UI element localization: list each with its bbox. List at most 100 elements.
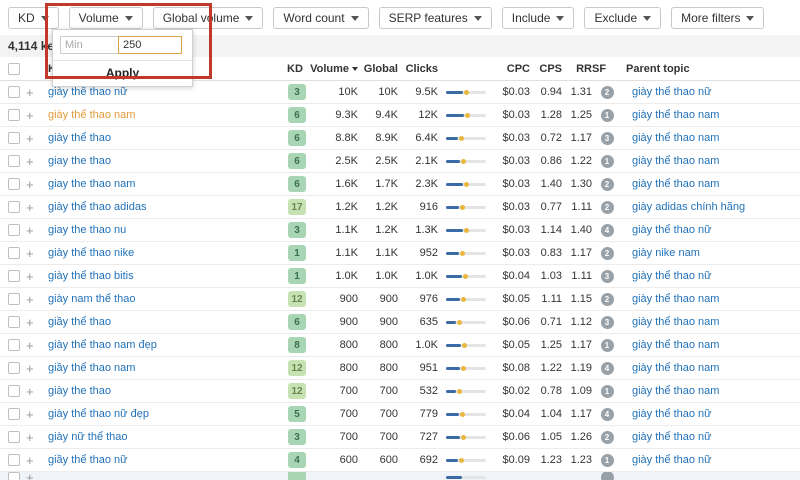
- parent-topic-link[interactable]: giày thể thao nam: [632, 293, 719, 305]
- keyword-link[interactable]: giầy thể thao: [48, 316, 111, 328]
- row-checkbox[interactable]: [8, 201, 20, 213]
- parent-topic-link[interactable]: giày thể thao nam: [632, 132, 719, 144]
- rr-value: 1.12: [570, 316, 592, 328]
- global-volume-value: 600: [379, 454, 398, 466]
- header-sf[interactable]: SF: [592, 63, 622, 75]
- parent-topic-link[interactable]: giày thể thao nữ: [632, 431, 712, 443]
- parent-topic-link[interactable]: giày thể thao nữ: [632, 270, 712, 282]
- keyword-link[interactable]: giầy thể thao nữ: [48, 454, 128, 466]
- expand-plus-icon[interactable]: +: [26, 454, 48, 467]
- expand-plus-icon[interactable]: +: [26, 408, 48, 421]
- keyword-link[interactable]: giày thể thao nike: [48, 247, 134, 259]
- parent-topic-link[interactable]: giày thể thao nam: [632, 339, 719, 351]
- keyword-link[interactable]: giày thể thao: [48, 132, 111, 144]
- keyword-link[interactable]: giày thể thao bitis: [48, 270, 134, 282]
- row-checkbox[interactable]: [8, 132, 20, 144]
- table-row: + giày thể thao nữ đẹp 5 700 700 779 $0.…: [0, 403, 800, 426]
- filter-include-button[interactable]: Include: [501, 7, 575, 29]
- row-checkbox[interactable]: [8, 408, 20, 420]
- parent-topic-link[interactable]: giày thể thao nữ: [632, 86, 712, 98]
- keyword-link[interactable]: giầy thể thao nam: [48, 362, 135, 374]
- row-checkbox[interactable]: [8, 270, 20, 282]
- filter-more-filters-button[interactable]: More filters: [671, 7, 765, 29]
- clicks-value: 1.0K: [415, 270, 438, 282]
- keyword-link[interactable]: giày thể thao nữ đẹp: [48, 408, 149, 420]
- header-cps[interactable]: CPS: [530, 63, 562, 75]
- volume-min-input[interactable]: [60, 36, 118, 54]
- expand-plus-icon[interactable]: +: [26, 224, 48, 237]
- rr-value: 1.30: [570, 178, 592, 190]
- header-volume[interactable]: Volume: [310, 63, 358, 75]
- header-clicks[interactable]: Clicks: [398, 63, 438, 75]
- header-global[interactable]: Global: [358, 63, 398, 75]
- keyword-link[interactable]: giay the thao nam: [48, 178, 135, 190]
- expand-plus-icon[interactable]: +: [26, 247, 48, 260]
- row-checkbox[interactable]: [8, 178, 20, 190]
- row-checkbox[interactable]: [8, 224, 20, 236]
- parent-topic-link[interactable]: giày thể thao nam: [632, 385, 719, 397]
- parent-topic-link[interactable]: giày thể thao nam: [632, 178, 719, 190]
- parent-topic-link[interactable]: giày thể thao nam: [632, 316, 719, 328]
- expand-plus-icon[interactable]: +: [26, 109, 48, 122]
- expand-plus-icon[interactable]: +: [26, 155, 48, 168]
- row-checkbox[interactable]: [8, 362, 20, 374]
- filter-kd-button[interactable]: KD: [8, 7, 59, 29]
- expand-plus-icon[interactable]: +: [26, 86, 48, 99]
- expand-plus-icon[interactable]: +: [26, 431, 48, 444]
- select-all-checkbox[interactable]: [8, 62, 20, 75]
- keyword-link[interactable]: giày thể thao nữ: [48, 86, 128, 98]
- parent-topic-link[interactable]: giày thể thao nam: [632, 109, 719, 121]
- volume-value: 9.3K: [335, 109, 358, 121]
- filter-global-volume-button[interactable]: Global volume: [152, 7, 264, 29]
- keyword-link[interactable]: giày nữ thể thao: [48, 431, 128, 443]
- expand-plus-icon[interactable]: +: [26, 132, 48, 145]
- keyword-link[interactable]: giày thể thao nam: [48, 109, 135, 121]
- expand-plus-icon[interactable]: +: [26, 178, 48, 191]
- row-checkbox[interactable]: [8, 155, 20, 167]
- row-checkbox[interactable]: [8, 454, 20, 466]
- row-checkbox[interactable]: [8, 385, 20, 397]
- parent-topic-link[interactable]: giày thể thao nữ: [632, 408, 712, 420]
- header-kd[interactable]: KD: [280, 63, 310, 75]
- filter-exclude-button[interactable]: Exclude: [584, 7, 662, 29]
- expand-plus-icon[interactable]: +: [26, 472, 48, 480]
- row-checkbox[interactable]: [8, 431, 20, 443]
- serp-features-badge: 2: [600, 430, 614, 444]
- row-checkbox[interactable]: [8, 109, 20, 121]
- expand-plus-icon[interactable]: +: [26, 201, 48, 214]
- row-checkbox[interactable]: [8, 339, 20, 351]
- table-row: + giày nữ thể thao 3 700 700 727 $0.06 1…: [0, 426, 800, 449]
- parent-topic-link[interactable]: giày thể thao nam: [632, 362, 719, 374]
- clicks-distribution-bar: [446, 434, 486, 440]
- keyword-link[interactable]: giay the thao: [48, 155, 111, 167]
- row-checkbox[interactable]: [8, 293, 20, 305]
- parent-topic-link[interactable]: giày adidas chính hãng: [632, 201, 745, 213]
- expand-plus-icon[interactable]: +: [26, 270, 48, 283]
- header-rr[interactable]: RR: [562, 63, 592, 75]
- keyword-link[interactable]: giày the thao: [48, 385, 111, 397]
- row-checkbox[interactable]: [8, 316, 20, 328]
- filter-volume-button[interactable]: Volume: [68, 7, 143, 29]
- keyword-link[interactable]: giày thể thao adidas: [48, 201, 146, 213]
- parent-topic-link[interactable]: giày nike nam: [632, 247, 700, 259]
- row-checkbox[interactable]: [8, 247, 20, 259]
- expand-plus-icon[interactable]: +: [26, 362, 48, 375]
- keyword-link[interactable]: giày thể thao nam đẹp: [48, 339, 157, 351]
- parent-topic-link[interactable]: giày thể thao nam: [632, 155, 719, 167]
- expand-plus-icon[interactable]: +: [26, 339, 48, 352]
- expand-plus-icon[interactable]: +: [26, 293, 48, 306]
- header-cpc[interactable]: CPC: [490, 63, 530, 75]
- filter-serp-features-button[interactable]: SERP features: [378, 7, 492, 29]
- keyword-link[interactable]: giay the thao nu: [48, 224, 126, 236]
- keyword-link[interactable]: giày nam thể thao: [48, 293, 135, 305]
- expand-plus-icon[interactable]: +: [26, 316, 48, 329]
- parent-topic-link[interactable]: giày thể thao nữ: [632, 454, 712, 466]
- row-checkbox[interactable]: [8, 472, 20, 480]
- header-parent-topic[interactable]: Parent topic: [622, 63, 800, 75]
- row-checkbox[interactable]: [8, 86, 20, 98]
- volume-max-input[interactable]: [118, 36, 182, 54]
- apply-button[interactable]: Apply: [53, 60, 192, 86]
- filter-word-count-button[interactable]: Word count: [273, 7, 369, 29]
- expand-plus-icon[interactable]: +: [26, 385, 48, 398]
- parent-topic-link[interactable]: giày thể thao nữ: [632, 224, 712, 236]
